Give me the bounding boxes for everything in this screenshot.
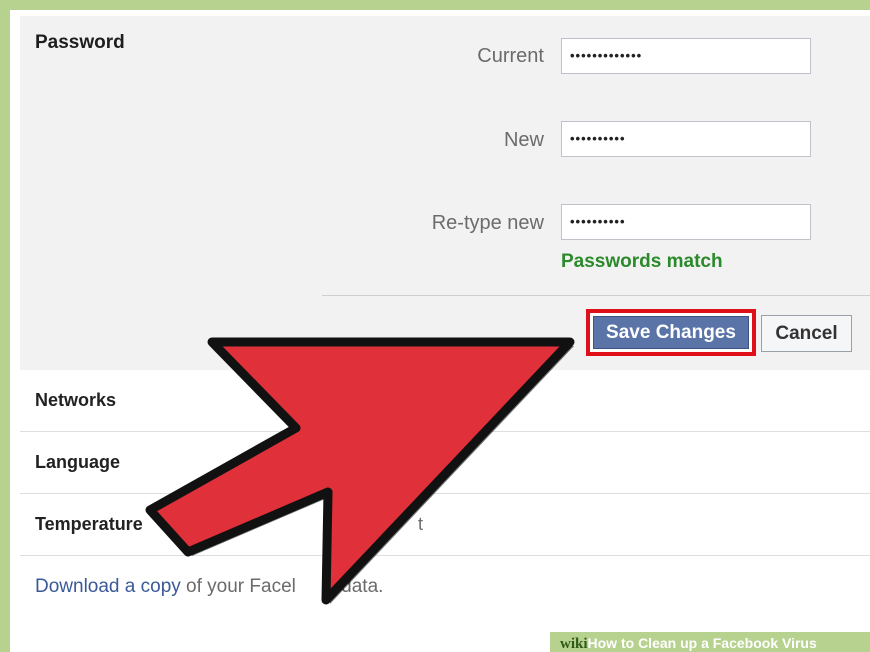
watermark-how: How	[587, 635, 618, 651]
red-arrow-icon	[145, 337, 575, 605]
wikihow-watermark: wikiHow to Clean up a Facebook Virus	[550, 632, 870, 652]
watermark-brand: wiki	[560, 636, 588, 652]
watermark-title: to Clean up a Facebook Virus	[617, 635, 817, 651]
